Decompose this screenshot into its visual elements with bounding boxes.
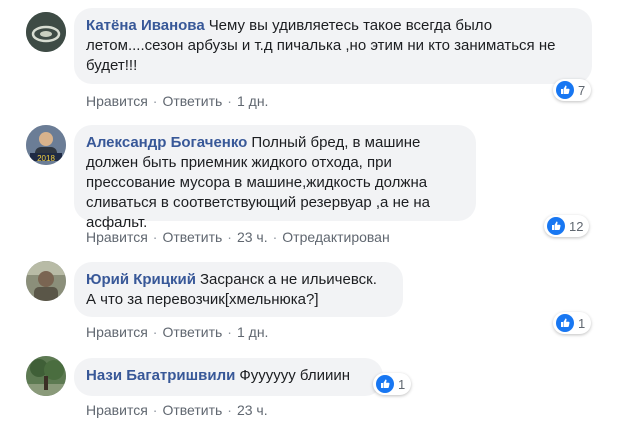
comment-bubble: Юрий Крицкий Засранск а не ильичевск. А ч… [74, 262, 403, 317]
separator-dot: · [152, 324, 158, 340]
like-icon [376, 375, 394, 393]
comment-bubble: Катёна Иванова Чему вы удивляетесь такое … [74, 8, 592, 84]
comment-author[interactable]: Юрий Крицкий [86, 271, 196, 288]
comment-bubble: Нази Багатришвили Фуууууу блииин [74, 358, 383, 396]
svg-text:2018: 2018 [37, 154, 55, 163]
comment-author[interactable]: Катёна Иванова [86, 17, 205, 34]
comment-bubble: Александр Богаченко Полный бред, в машине… [74, 125, 476, 231]
reply-link[interactable]: Ответить [162, 402, 222, 418]
timestamp[interactable]: 1 дн. [237, 324, 268, 340]
separator-dot: · [152, 402, 158, 418]
comment-actions: Нравится · Ответить · 23 ч. · Отредактирован [86, 229, 390, 245]
timestamp[interactable]: 1 дн. [237, 93, 268, 109]
reaction-count: 7 [578, 82, 586, 98]
edited-label[interactable]: Отредактирован [282, 229, 389, 245]
like-link[interactable]: Нравится [86, 229, 148, 245]
reaction-count: 1 [578, 315, 586, 331]
reply-link[interactable]: Ответить [162, 229, 222, 245]
comment-actions: Нравится · Ответить · 1 дн. [86, 93, 268, 109]
separator-dot: · [227, 93, 232, 109]
comment-actions: Нравится · Ответить · 1 дн. [86, 324, 268, 340]
reactions-badge[interactable]: 7 [553, 79, 592, 101]
reply-link[interactable]: Ответить [162, 324, 222, 340]
reply-link[interactable]: Ответить [162, 93, 222, 109]
like-icon [547, 217, 565, 235]
reactions-badge[interactable]: 1 [373, 373, 412, 395]
separator-dot: · [227, 402, 232, 418]
avatar[interactable] [26, 12, 66, 52]
separator-dot: · [272, 229, 278, 245]
separator-dot: · [227, 229, 232, 245]
separator-dot: · [227, 324, 232, 340]
reaction-count: 12 [569, 218, 584, 234]
like-link[interactable]: Нравится [86, 324, 148, 340]
reaction-count: 1 [398, 376, 406, 392]
like-link[interactable]: Нравится [86, 402, 148, 418]
comment-author[interactable]: Нази Багатришвили [86, 367, 235, 384]
avatar[interactable]: 2018 [26, 125, 66, 165]
like-link[interactable]: Нравится [86, 93, 148, 109]
reactions-badge[interactable]: 1 [553, 312, 592, 334]
avatar[interactable] [26, 356, 66, 396]
like-icon [556, 81, 574, 99]
separator-dot: · [152, 93, 158, 109]
comment-actions: Нравится · Ответить · 23 ч. [86, 402, 268, 418]
reactions-badge[interactable]: 12 [544, 215, 590, 237]
separator-dot: · [152, 229, 158, 245]
timestamp[interactable]: 23 ч. [237, 229, 268, 245]
avatar[interactable] [26, 261, 66, 301]
timestamp[interactable]: 23 ч. [237, 402, 268, 418]
comment-author[interactable]: Александр Богаченко [86, 134, 247, 151]
like-icon [556, 314, 574, 332]
comment-text: Фуууууу блииин [239, 367, 351, 384]
